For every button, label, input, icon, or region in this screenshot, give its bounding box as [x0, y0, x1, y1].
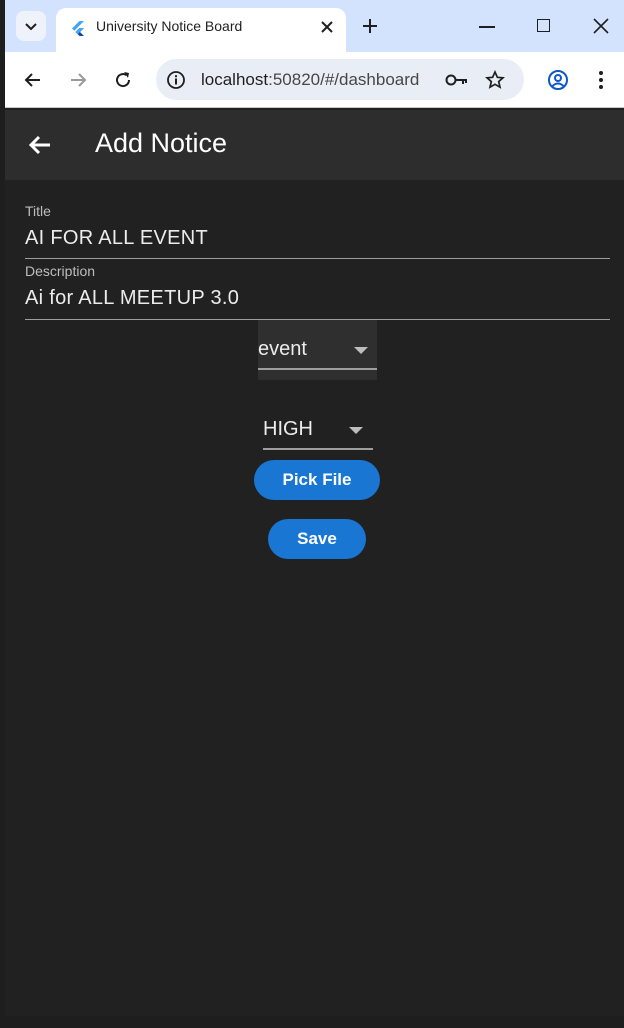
title-field[interactable]: AI FOR ALL EVENT	[25, 227, 208, 250]
caret-down-icon	[354, 347, 368, 354]
url-text: localhost:50820/#/dashboard	[201, 70, 419, 90]
app-bar: Add Notice	[5, 110, 624, 180]
site-info-icon[interactable]	[166, 70, 186, 90]
save-button[interactable]: Save	[268, 519, 366, 559]
priority-value: HIGH	[263, 418, 313, 440]
key-icon[interactable]	[445, 70, 469, 90]
background-bottom	[0, 1016, 624, 1028]
menu-icon[interactable]	[595, 70, 607, 90]
tab-title: University Notice Board	[96, 18, 243, 34]
url-host: localhost	[201, 70, 269, 89]
tab-search-button[interactable]	[16, 11, 46, 41]
url-path: :50820/#/dashboard	[268, 70, 420, 89]
forward-icon[interactable]	[68, 70, 88, 90]
profile-icon[interactable]	[547, 69, 569, 91]
maximize-icon[interactable]	[537, 19, 550, 32]
chevron-down-icon	[25, 23, 37, 31]
flutter-icon	[72, 21, 84, 36]
reload-icon[interactable]	[113, 70, 133, 90]
tab-strip: University Notice Board	[5, 0, 624, 52]
category-value: event	[258, 338, 307, 360]
browser-toolbar: localhost:50820/#/dashboard	[5, 52, 624, 108]
browser-tab[interactable]: University Notice Board	[56, 8, 346, 52]
category-dropdown[interactable]: event	[258, 320, 377, 380]
page-title: Add Notice	[95, 128, 228, 158]
close-icon[interactable]	[318, 18, 336, 36]
category-underline	[258, 368, 377, 370]
title-label: Title	[25, 203, 51, 219]
title-underline	[25, 258, 610, 259]
new-tab-icon[interactable]	[361, 17, 379, 35]
minimize-icon[interactable]	[479, 26, 495, 28]
description-field[interactable]: Ai for ALL MEETUP 3.0	[25, 287, 239, 310]
description-label: Description	[25, 263, 96, 279]
caret-down-icon	[349, 427, 363, 434]
browser-window: University Notice Board localhost:50820/…	[5, 0, 624, 1016]
arrow-back-icon[interactable]	[27, 133, 53, 157]
pick-file-button[interactable]: Pick File	[254, 460, 380, 500]
priority-underline	[263, 448, 373, 450]
star-icon[interactable]	[485, 70, 505, 90]
priority-dropdown[interactable]: HIGH	[263, 408, 373, 452]
window-close-icon[interactable]	[592, 17, 610, 35]
back-icon[interactable]	[23, 70, 43, 90]
